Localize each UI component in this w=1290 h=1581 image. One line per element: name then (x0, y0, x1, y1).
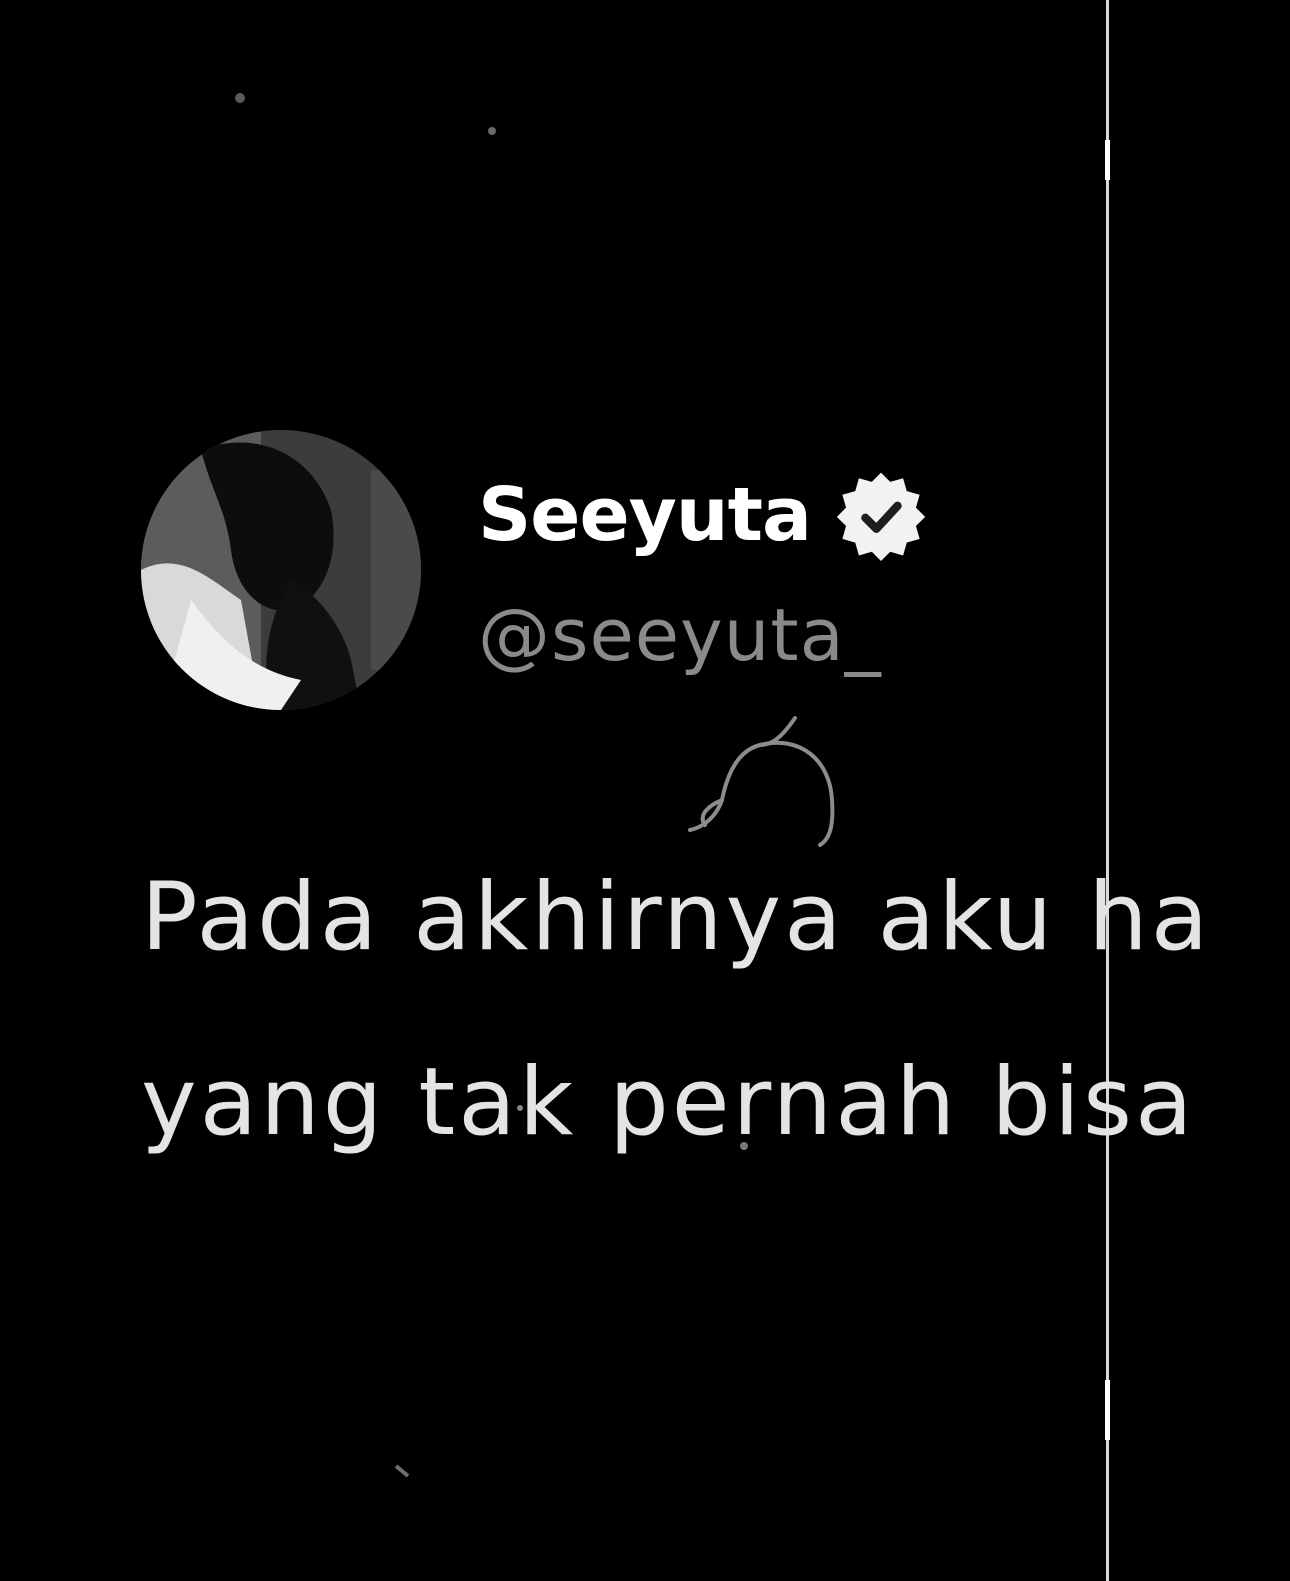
user-name-row: Seeyuta (478, 470, 927, 561)
avatar-image (141, 430, 421, 710)
avatar[interactable] (141, 430, 421, 710)
film-scratch-line (1105, 0, 1110, 1581)
tweet-text-line-2: yang tak pernah bisa (141, 1048, 1196, 1157)
verified-badge-icon (836, 472, 926, 561)
film-dust-overlay (235, 93, 835, 1478)
display-name[interactable]: Seeyuta (478, 470, 812, 560)
tweet-text: Pada akhirnya aku ha yang tak pernah bis… (141, 825, 1290, 1195)
tweet-text-line-1: Pada akhirnya aku ha (141, 863, 1212, 972)
video-frame: Seeyuta @seeyuta_ Pada akhirnya aku ha y… (0, 0, 1290, 1581)
user-handle[interactable]: @seeyuta_ (478, 590, 882, 680)
